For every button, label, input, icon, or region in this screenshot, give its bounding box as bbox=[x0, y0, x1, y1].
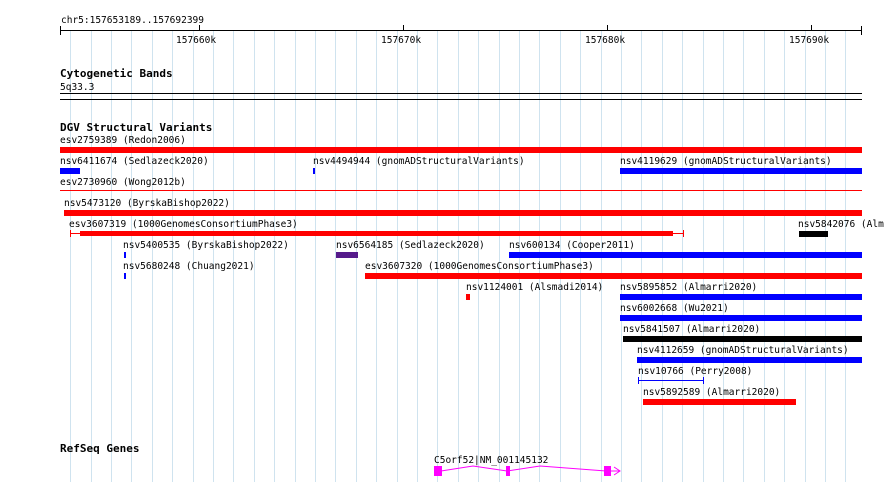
variant-bar-nsv5841507[interactable] bbox=[623, 336, 862, 342]
variant-bar-nsv4112659[interactable] bbox=[637, 357, 862, 363]
feature-label: nsv4112659 (gnomADStructuralVariants) bbox=[637, 345, 849, 356]
ruler-location: chr5:157653189..157692399 bbox=[61, 15, 204, 26]
variant-bar-nsv6002668[interactable] bbox=[620, 315, 862, 321]
feature-label: nsv5892589 (Almarri2020) bbox=[643, 387, 781, 398]
gene-model-c5orf52[interactable] bbox=[430, 462, 630, 482]
track-title-dgv: DGV Structural Variants bbox=[60, 121, 213, 134]
tick-label: 157690k bbox=[789, 35, 830, 46]
feature-label: nsv5680248 (Chuang2021) bbox=[123, 261, 255, 272]
variant-bar-nsv5680248[interactable] bbox=[124, 273, 126, 279]
feature-label: nsv6564185 (Sedlazeck2020) bbox=[336, 240, 485, 251]
feature-label: nsv600134 (Cooper2011) bbox=[509, 240, 635, 251]
feature-label: esv3607319 (1000GenomesConsortiumPhase3) bbox=[69, 219, 298, 230]
tick-label: 157680k bbox=[585, 35, 626, 46]
tick-label: 157660k bbox=[176, 35, 217, 46]
variant-bar-nsv5892589[interactable] bbox=[643, 399, 796, 405]
cytoband-label: 5q33.3 bbox=[60, 82, 95, 93]
variant-bar-esv3607320[interactable] bbox=[365, 273, 862, 279]
variant-bar-nsv1124001[interactable] bbox=[466, 294, 470, 300]
variant-bar-esv2730960[interactable] bbox=[60, 190, 862, 191]
track-title-refseq: RefSeq Genes bbox=[60, 442, 140, 455]
variant-bar-esv2759389[interactable] bbox=[60, 147, 862, 153]
variant-bar-nsv600134[interactable] bbox=[509, 252, 862, 258]
variant-bar-nsv6411674[interactable] bbox=[60, 168, 80, 174]
tick-label: 157670k bbox=[381, 35, 422, 46]
variant-bar-nsv5400535[interactable] bbox=[124, 252, 126, 258]
cytoband-bar-bottom bbox=[60, 99, 862, 100]
variant-bar-nsv4494944[interactable] bbox=[313, 168, 315, 174]
variant-bar-nsv5842076[interactable] bbox=[799, 231, 828, 237]
feature-label: esv2730960 (Wong2012b) bbox=[60, 177, 186, 188]
feature-label: nsv4494944 (gnomADStructuralVariants) bbox=[313, 156, 525, 167]
cytoband-bar[interactable] bbox=[60, 93, 862, 94]
feature-label: nsv5400535 (ByrskaBishop2022) bbox=[123, 240, 289, 251]
variant-bar-nsv5473120[interactable] bbox=[64, 210, 862, 216]
variant-bar-nsv4119629[interactable] bbox=[620, 168, 862, 174]
feature-label: nsv6411674 (Sedlazeck2020) bbox=[60, 156, 209, 167]
feature-label: nsv5473120 (ByrskaBishop2022) bbox=[64, 198, 230, 209]
feature-label: nsv4119629 (gnomADStructuralVariants) bbox=[620, 156, 832, 167]
track-title-cytobands: Cytogenetic Bands bbox=[60, 67, 173, 80]
variant-bar-nsv5895852[interactable] bbox=[620, 294, 862, 300]
variant-bar-nsv6564185[interactable] bbox=[336, 252, 358, 258]
feature-label: nsv5895852 (Almarri2020) bbox=[620, 282, 758, 293]
genome-browser-view: chr5:157653189..157692399 157660k 157670… bbox=[0, 0, 890, 482]
feature-label: esv3607320 (1000GenomesConsortiumPhase3) bbox=[365, 261, 594, 272]
feature-label: nsv1124001 (Alsmadi2014) bbox=[466, 282, 604, 293]
feature-label: esv2759389 (Redon2006) bbox=[60, 135, 186, 146]
feature-label: nsv10766 (Perry2008) bbox=[638, 366, 753, 377]
feature-label: nsv5842076 (Alm bbox=[798, 219, 884, 230]
feature-label: nsv5841507 (Almarri2020) bbox=[623, 324, 761, 335]
feature-label: nsv6002668 (Wu2021) bbox=[620, 303, 729, 314]
